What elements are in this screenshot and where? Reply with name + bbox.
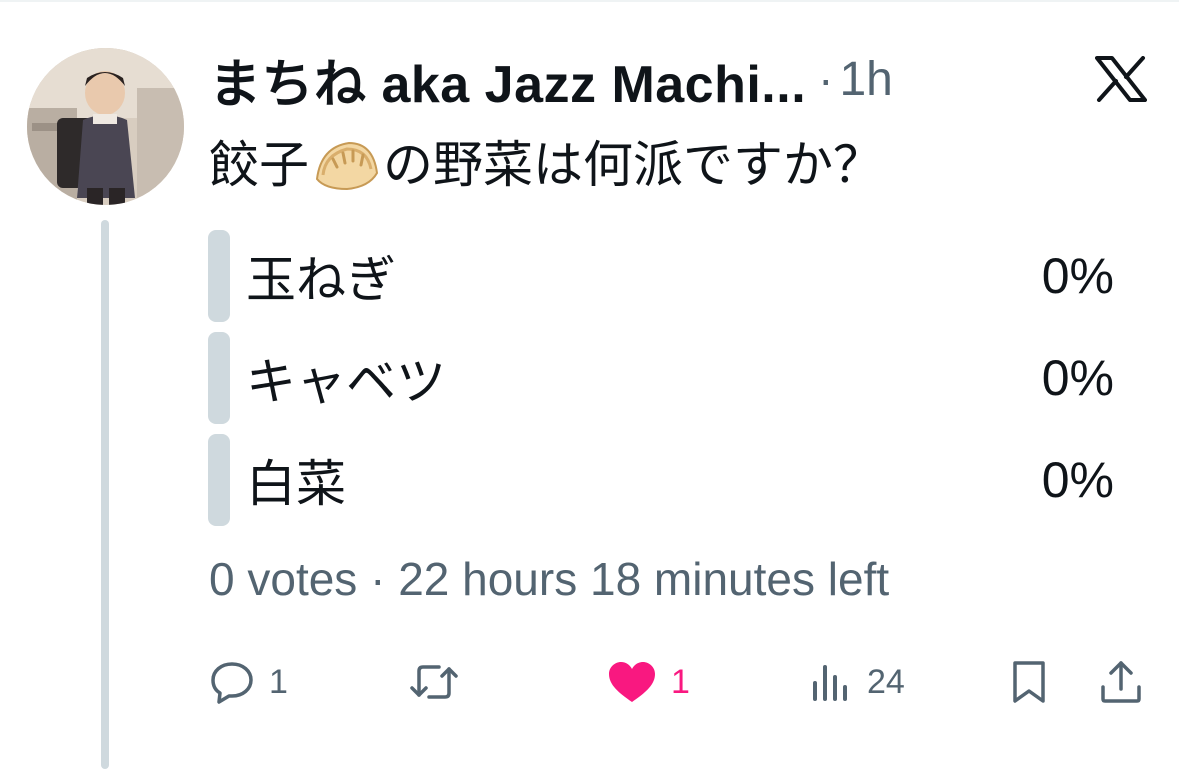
like-button[interactable]: 1 xyxy=(607,650,690,714)
tweet-text-part-1: 餃子 xyxy=(209,137,309,193)
views-icon xyxy=(809,659,853,705)
bookmark-button[interactable] xyxy=(1009,650,1049,714)
poll-option-percent: 0% xyxy=(1041,452,1114,508)
share-button[interactable] xyxy=(1099,650,1143,714)
x-logo-icon xyxy=(1095,56,1147,102)
thread-line xyxy=(101,220,109,769)
author-name[interactable]: まちね aka Jazz Machi... xyxy=(209,42,806,117)
poll-option-1[interactable]: 玉ねぎ 0% xyxy=(208,230,1118,322)
poll-option-label: 白菜 xyxy=(246,456,346,512)
header-separator: · xyxy=(818,53,834,105)
action-bar: 1 1 24 xyxy=(209,650,1149,714)
tweet-text: 餃子 の野菜は何派ですか？ xyxy=(209,130,883,200)
share-icon xyxy=(1099,659,1143,705)
poll-bar xyxy=(208,332,230,424)
poll-option-2[interactable]: キャベツ 0% xyxy=(208,332,1118,424)
retweet-icon xyxy=(409,659,459,705)
top-divider xyxy=(0,0,1179,2)
retweet-button[interactable] xyxy=(409,650,473,714)
tweet-header: まちね aka Jazz Machi... · 1h xyxy=(209,44,893,114)
views-button[interactable]: 24 xyxy=(809,650,905,714)
reply-button[interactable]: 1 xyxy=(209,650,288,714)
avatar[interactable] xyxy=(27,48,184,205)
poll-option-label: 玉ねぎ xyxy=(246,252,396,308)
poll-meta: 0 votes · 22 hours 18 minutes left xyxy=(209,553,890,605)
heart-icon xyxy=(607,659,657,705)
poll-option-label: キャベツ xyxy=(246,354,446,410)
bookmark-icon xyxy=(1009,659,1049,705)
poll-option-percent: 0% xyxy=(1041,350,1114,406)
reply-icon xyxy=(209,659,255,705)
tweet-text-part-2: の野菜は何派ですか？ xyxy=(383,137,883,193)
dumpling-emoji-icon xyxy=(311,135,381,195)
poll-option-3[interactable]: 白菜 0% xyxy=(208,434,1118,526)
timestamp[interactable]: 1h xyxy=(839,52,892,107)
like-count: 1 xyxy=(671,662,690,701)
poll: 玉ねぎ 0% キャベツ 0% 白菜 0% xyxy=(208,230,1118,536)
poll-option-percent: 0% xyxy=(1041,248,1114,304)
reply-count: 1 xyxy=(269,662,288,701)
poll-bar xyxy=(208,434,230,526)
tweet-card: まちね aka Jazz Machi... · 1h 餃子 の野菜は何派ですか？… xyxy=(0,0,1179,769)
views-count: 24 xyxy=(867,662,905,701)
poll-bar xyxy=(208,230,230,322)
